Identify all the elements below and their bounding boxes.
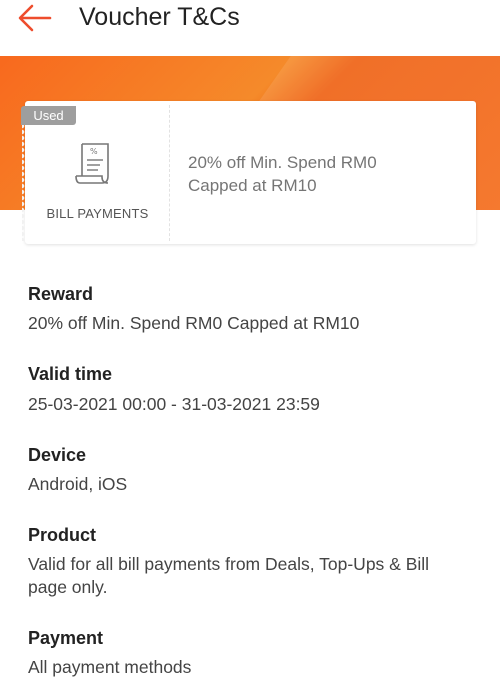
- valid-time-value: 25-03-2021 00:00 - 31-03-2021 23:59: [28, 394, 320, 414]
- reward-value: 20% off Min. Spend RM0 Capped at RM10: [28, 313, 360, 333]
- device-value: Android, iOS: [28, 474, 128, 494]
- product-value: Valid for all bill payments from Deals, …: [28, 553, 478, 599]
- voucher-description-line1: 20% off Min. Spend RM0: [188, 153, 377, 172]
- device-label: Device: [28, 445, 87, 465]
- voucher-description-line2: Capped at RM10: [188, 176, 317, 195]
- voucher-description: 20% off Min. Spend RM0 Capped at RM10: [188, 151, 458, 197]
- payment-label: Payment: [28, 628, 104, 648]
- valid-time-label: Valid time: [28, 364, 113, 384]
- product-value-line2: page only.: [28, 577, 108, 597]
- page-title: Voucher T&Cs: [79, 3, 240, 31]
- product-value-line1: Valid for all bill payments from Deals, …: [28, 554, 430, 574]
- category-label: BILL PAYMENTS: [46, 206, 149, 221]
- voucher-edge: [22, 123, 28, 241]
- back-button[interactable]: [14, 2, 54, 34]
- payment-value: All payment methods: [28, 657, 192, 677]
- reward-label: Reward: [28, 284, 94, 304]
- arrow-left-icon: [18, 4, 52, 32]
- app-header: Voucher T&Cs: [0, 0, 500, 56]
- status-badge: Used: [21, 106, 76, 125]
- svg-text:%: %: [90, 147, 98, 156]
- bill-receipt-icon: %: [74, 140, 116, 188]
- product-label: Product: [28, 525, 97, 545]
